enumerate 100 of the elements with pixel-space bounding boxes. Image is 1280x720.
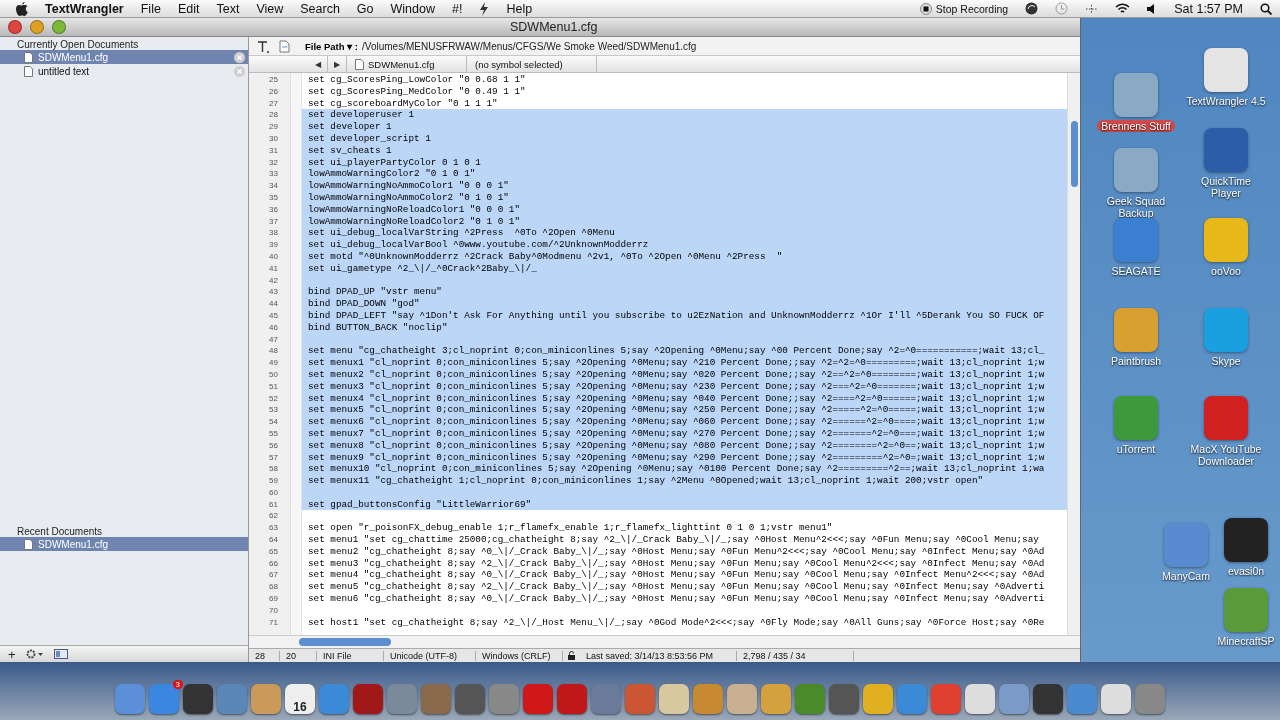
dock-app-icon[interactable]: [897, 684, 927, 714]
line-number: 64: [268, 534, 279, 546]
line-number: 27: [268, 97, 279, 110]
forward-button[interactable]: ▶: [328, 56, 347, 72]
search-icon[interactable]: [1260, 2, 1272, 15]
script-icon[interactable]: [479, 1, 490, 16]
menu-item[interactable]: Window: [390, 1, 435, 16]
zoom-button[interactable]: [52, 20, 66, 34]
app-icon[interactable]: [1224, 518, 1268, 562]
dock-app-icon[interactable]: [523, 684, 553, 714]
icon-label[interactable]: TextWrangler 4.5: [1182, 95, 1270, 107]
app-icon[interactable]: [1114, 148, 1158, 192]
document-icon: [24, 538, 33, 550]
document-list-item[interactable]: SDWMenu1.cfg: [0, 537, 248, 551]
line-number: 34: [268, 180, 279, 192]
menu-item[interactable]: Help: [506, 1, 533, 16]
dock-app-icon[interactable]: [455, 684, 485, 714]
line-number: 42: [268, 274, 279, 287]
calendar-day: 16: [293, 700, 307, 714]
dock-app-icon[interactable]: [693, 684, 723, 714]
menu-item[interactable]: File: [140, 1, 161, 16]
dock-app-icon[interactable]: [659, 684, 689, 714]
menu-item[interactable]: Search: [300, 1, 340, 16]
icon-label[interactable]: QuickTime Player: [1181, 175, 1271, 199]
document-list-item[interactable]: untitled text: [0, 64, 248, 78]
path-label[interactable]: File Path ▾ :: [305, 40, 359, 52]
dock-app-icon[interactable]: [863, 684, 893, 714]
line-number: 35: [268, 191, 279, 204]
dock-app-icon[interactable]: [829, 684, 859, 714]
file-dropdown[interactable]: SDWMenu1.cfg: [347, 56, 467, 72]
line-number: 45: [268, 309, 279, 322]
menu-item[interactable]: Go: [356, 1, 374, 16]
scroll-thumb[interactable]: [1070, 121, 1078, 187]
line-number: 52: [268, 392, 279, 405]
dock-app-icon[interactable]: [489, 684, 519, 714]
gear-icon[interactable]: [25, 649, 44, 659]
language-popup[interactable]: INI File: [317, 650, 384, 661]
app-icon[interactable]: [1204, 218, 1248, 262]
symbol-dropdown[interactable]: (no symbol selected): [467, 56, 597, 72]
app-icon[interactable]: [1204, 48, 1248, 92]
dock-app-icon[interactable]: [183, 684, 213, 714]
dock-app-icon[interactable]: [965, 684, 995, 714]
icon-label[interactable]: Geek Squad Backup: [1091, 195, 1181, 219]
close-icon[interactable]: [234, 65, 245, 77]
encoding-popup[interactable]: Unicode (UTF-8): [384, 650, 476, 661]
dock-app-icon[interactable]: [727, 684, 757, 714]
dock-app-icon[interactable]: [115, 684, 145, 714]
arrows-icon[interactable]: [1085, 3, 1099, 14]
menu-item[interactable]: #!: [452, 1, 463, 16]
line-number: 38: [268, 227, 279, 240]
dock-app-icon[interactable]: [387, 684, 417, 714]
dock-app-icon[interactable]: [251, 684, 281, 714]
stop-recording-menu[interactable]: Stop Recording: [935, 2, 1009, 15]
dock-app-icon[interactable]: [1135, 684, 1165, 714]
close-icon[interactable]: [234, 51, 245, 63]
line-number: 29: [268, 121, 279, 133]
column-indicator: 20: [280, 650, 317, 661]
line-number: 26: [268, 85, 279, 98]
dock-app-icon[interactable]: [1101, 684, 1131, 714]
document-icon[interactable]: [278, 39, 291, 53]
icon-label[interactable]: Brennens Stuff: [1097, 120, 1175, 132]
dock-app-icon[interactable]: [1033, 684, 1063, 714]
dock-app-icon[interactable]: [1067, 684, 1097, 714]
document-icon: [355, 58, 364, 70]
wifi-icon[interactable]: [1115, 3, 1131, 14]
line-number: 57: [268, 451, 279, 464]
document-icon: [24, 65, 33, 77]
line-endings-popup[interactable]: Windows (CRLF): [476, 650, 563, 661]
add-button[interactable]: +: [8, 646, 16, 662]
dock-app-icon[interactable]: [319, 684, 349, 714]
scroll-thumb[interactable]: [299, 638, 391, 646]
back-button[interactable]: ◀: [309, 56, 328, 72]
dock-app-icon[interactable]: 16: [285, 684, 315, 714]
line-number: 60: [268, 486, 279, 499]
panel-icon[interactable]: [53, 649, 68, 659]
clock-icon[interactable]: [1055, 2, 1069, 15]
menu-item[interactable]: Text: [216, 1, 240, 16]
line-number: 37: [268, 215, 279, 228]
notification-badge: 3: [172, 680, 183, 689]
minimize-button[interactable]: [30, 20, 44, 34]
dock-app-icon[interactable]: [999, 684, 1029, 714]
app-icon[interactable]: [1114, 308, 1158, 352]
apple-icon[interactable]: [16, 1, 28, 16]
dock-app-icon[interactable]: [557, 684, 587, 714]
menu-item[interactable]: Edit: [177, 1, 200, 16]
close-window-button[interactable]: [8, 20, 22, 34]
swirl-icon[interactable]: [1025, 2, 1039, 15]
app-icon[interactable]: [1114, 73, 1158, 117]
lock-icon[interactable]: [567, 651, 576, 660]
document-list-item[interactable]: SDWMenu1.cfg: [0, 50, 248, 64]
stop-icon[interactable]: [919, 2, 932, 15]
text-options-icon[interactable]: [257, 39, 270, 53]
dock-app-icon[interactable]: [761, 684, 791, 714]
vertical-scrollbar[interactable]: [1067, 73, 1080, 635]
clock-text[interactable]: Sat 1:57 PM: [1174, 1, 1243, 16]
horizontal-scrollbar[interactable]: [249, 635, 1080, 648]
dock-app-icon[interactable]: [353, 684, 383, 714]
line-number: 40: [268, 250, 279, 263]
app-menu[interactable]: TextWrangler: [45, 1, 124, 16]
menu-item[interactable]: View: [256, 1, 284, 16]
